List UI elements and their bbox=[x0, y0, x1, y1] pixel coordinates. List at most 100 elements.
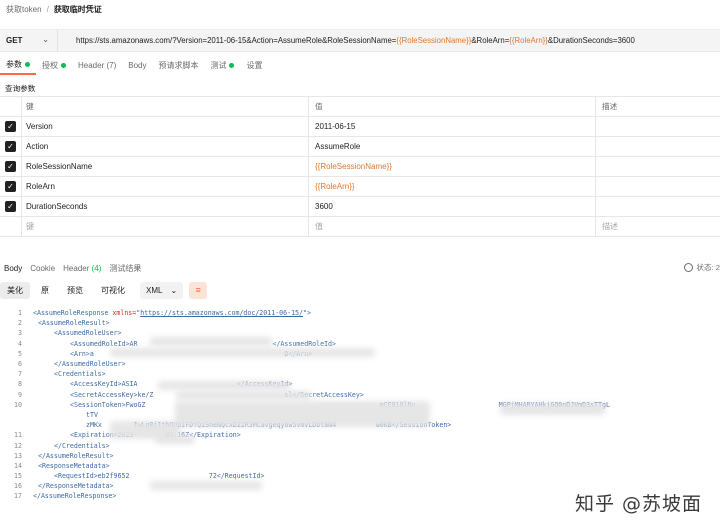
breadcrumb-parent[interactable]: 获取token bbox=[6, 4, 42, 15]
line-number: 2 bbox=[18, 319, 22, 328]
line-number: 17 bbox=[14, 492, 22, 501]
tab-4[interactable]: 预请求脚本 bbox=[152, 59, 204, 75]
code-token: 72</RequestId> bbox=[208, 472, 265, 481]
view-mode-button[interactable]: 可视化 bbox=[94, 282, 132, 299]
param-description[interactable] bbox=[596, 197, 720, 216]
param-description[interactable] bbox=[596, 137, 720, 156]
view-mode-button[interactable]: 原 bbox=[34, 282, 56, 299]
line-number: 7 bbox=[18, 370, 22, 379]
tab-6[interactable]: 设置 bbox=[240, 59, 268, 75]
globe-icon bbox=[684, 263, 694, 272]
param-value[interactable]: {{RoleSessionName}} bbox=[309, 157, 596, 176]
param-key[interactable]: RoleArn bbox=[22, 177, 309, 196]
response-tab-1[interactable]: Cookie bbox=[26, 264, 59, 273]
param-check-cell: ✓ bbox=[0, 117, 22, 136]
param-row: ✓ RoleArn {{RoleArn}} bbox=[0, 177, 720, 197]
line-number: 6 bbox=[18, 360, 22, 369]
param-key[interactable]: Version bbox=[22, 117, 309, 136]
response-tabs: Body Cookie Header (4) 测试结果 bbox=[0, 262, 145, 274]
code-text: </AssumeRoleResult> bbox=[22, 452, 113, 460]
code-token: <SecretAccessKey>ke/Z bbox=[70, 390, 154, 399]
param-value-text: 3600 bbox=[315, 202, 333, 211]
format-select[interactable]: XML ⌄ bbox=[140, 281, 184, 299]
code-token: </AssumeRoleResult> bbox=[38, 451, 114, 460]
param-check-cell: ✓ bbox=[0, 157, 22, 176]
code-text: </Credentials> bbox=[22, 442, 110, 450]
code-line: 6 </AssumedRoleUser> bbox=[0, 359, 720, 369]
code-text: <AssumeRoleResult> bbox=[22, 319, 109, 327]
view-mode-button[interactable]: 预览 bbox=[60, 282, 90, 299]
param-enabled-checkbox[interactable]: ✓ bbox=[5, 121, 16, 132]
tab-2[interactable]: Header (7) bbox=[72, 59, 122, 75]
tab-label: 测试 bbox=[210, 61, 227, 70]
code-text: </AssumedRoleUser> bbox=[22, 360, 125, 368]
param-enabled-checkbox[interactable]: ✓ bbox=[5, 161, 16, 172]
code-token: <AssumeRoleResponse bbox=[33, 309, 113, 318]
param-value[interactable]: {{RoleArn}} bbox=[309, 177, 596, 196]
code-token: xmlns= bbox=[112, 309, 137, 318]
url-text: &RoleArn= bbox=[471, 36, 510, 45]
wrap-lines-icon[interactable]: ≡ bbox=[189, 281, 208, 299]
response-status: 状态: 2 bbox=[684, 262, 720, 273]
line-number: 4 bbox=[18, 339, 22, 348]
new-param-value[interactable]: 值 bbox=[309, 217, 596, 236]
code-token: <Arn>a bbox=[70, 349, 94, 358]
url-input[interactable]: https://sts.amazonaws.com/?Version=2011-… bbox=[58, 36, 635, 45]
code-line: 2 <AssumeRoleResult> bbox=[0, 318, 720, 328]
status-text: 状态: 2 bbox=[696, 263, 720, 272]
query-params-title: 查询参数 bbox=[5, 84, 36, 93]
tab-3[interactable]: Body bbox=[122, 59, 152, 75]
param-row-new: 键值描述 bbox=[0, 217, 720, 237]
param-enabled-checkbox[interactable]: ✓ bbox=[5, 181, 16, 192]
line-number: 8 bbox=[18, 380, 22, 389]
code-line: 9 <SecretAccessKey>ke/Z sl</SecretAccessK… bbox=[0, 390, 720, 400]
param-description[interactable] bbox=[596, 177, 720, 196]
response-tab-label: Header bbox=[63, 263, 90, 273]
line-number: 9 bbox=[18, 390, 22, 399]
response-tab-2[interactable]: Header (4) bbox=[59, 264, 105, 273]
param-key[interactable]: DurationSeconds bbox=[22, 197, 309, 216]
breadcrumb: 获取token / 获取临时凭证 bbox=[6, 3, 102, 15]
response-tab-0[interactable]: Body bbox=[0, 264, 26, 273]
request-url-bar: GET ⌄ https://sts.amazonaws.com/?Version… bbox=[0, 29, 720, 52]
param-check-cell: ✓ bbox=[0, 137, 22, 156]
param-enabled-checkbox[interactable]: ✓ bbox=[5, 141, 16, 152]
view-mode-button[interactable]: 美化 bbox=[0, 281, 30, 299]
param-description[interactable] bbox=[596, 157, 720, 176]
param-value[interactable]: AssumeRole bbox=[309, 137, 596, 156]
code-text: </AssumeRoleResponse> bbox=[22, 492, 116, 500]
tab-0[interactable]: 参数 bbox=[0, 59, 36, 75]
code-token: https://sts.amazonaws.com/doc/2011-06-15… bbox=[140, 309, 303, 318]
method-select[interactable]: GET ⌄ bbox=[0, 29, 58, 52]
code-line: 11 <Expiration>2023- 02:16Z</Expiration> bbox=[0, 430, 720, 440]
header-description: 描述 bbox=[602, 102, 618, 111]
redaction-blur bbox=[176, 391, 311, 400]
tab-5[interactable]: 测试 bbox=[204, 59, 240, 75]
param-row: ✓ Action AssumeRole bbox=[0, 137, 720, 157]
param-enabled-checkbox[interactable]: ✓ bbox=[5, 201, 16, 212]
param-value[interactable]: 3600 bbox=[309, 197, 596, 216]
code-token: <AssumedRoleId>AR bbox=[70, 339, 138, 348]
line-number: 3 bbox=[18, 329, 22, 338]
param-value-text: {{RoleArn}} bbox=[315, 182, 355, 191]
param-key[interactable]: Action bbox=[22, 137, 309, 156]
code-token: <AssumeRoleResult> bbox=[38, 319, 110, 328]
new-param-key[interactable]: 键 bbox=[22, 217, 309, 236]
code-text: <ResponseMetadata> bbox=[22, 462, 109, 470]
param-value-text: AssumeRole bbox=[315, 142, 361, 151]
new-param-description[interactable]: 描述 bbox=[596, 217, 720, 236]
tab-label: Header (7) bbox=[78, 61, 117, 70]
param-description[interactable] bbox=[596, 117, 720, 136]
param-check-cell: ✓ bbox=[0, 177, 22, 196]
method-label: GET bbox=[6, 36, 23, 45]
redaction-blur bbox=[155, 435, 195, 444]
code-token: zMKx bbox=[86, 421, 102, 430]
response-tab-3[interactable]: 测试结果 bbox=[105, 263, 145, 274]
param-value[interactable]: 2011-06-15 bbox=[309, 117, 596, 136]
redaction-blur bbox=[150, 481, 262, 490]
param-key[interactable]: RoleSessionName bbox=[22, 157, 309, 176]
code-line: 12 </Credentials> bbox=[0, 440, 720, 450]
tab-1[interactable]: 授权 bbox=[36, 59, 72, 75]
line-number: 13 bbox=[14, 451, 22, 460]
